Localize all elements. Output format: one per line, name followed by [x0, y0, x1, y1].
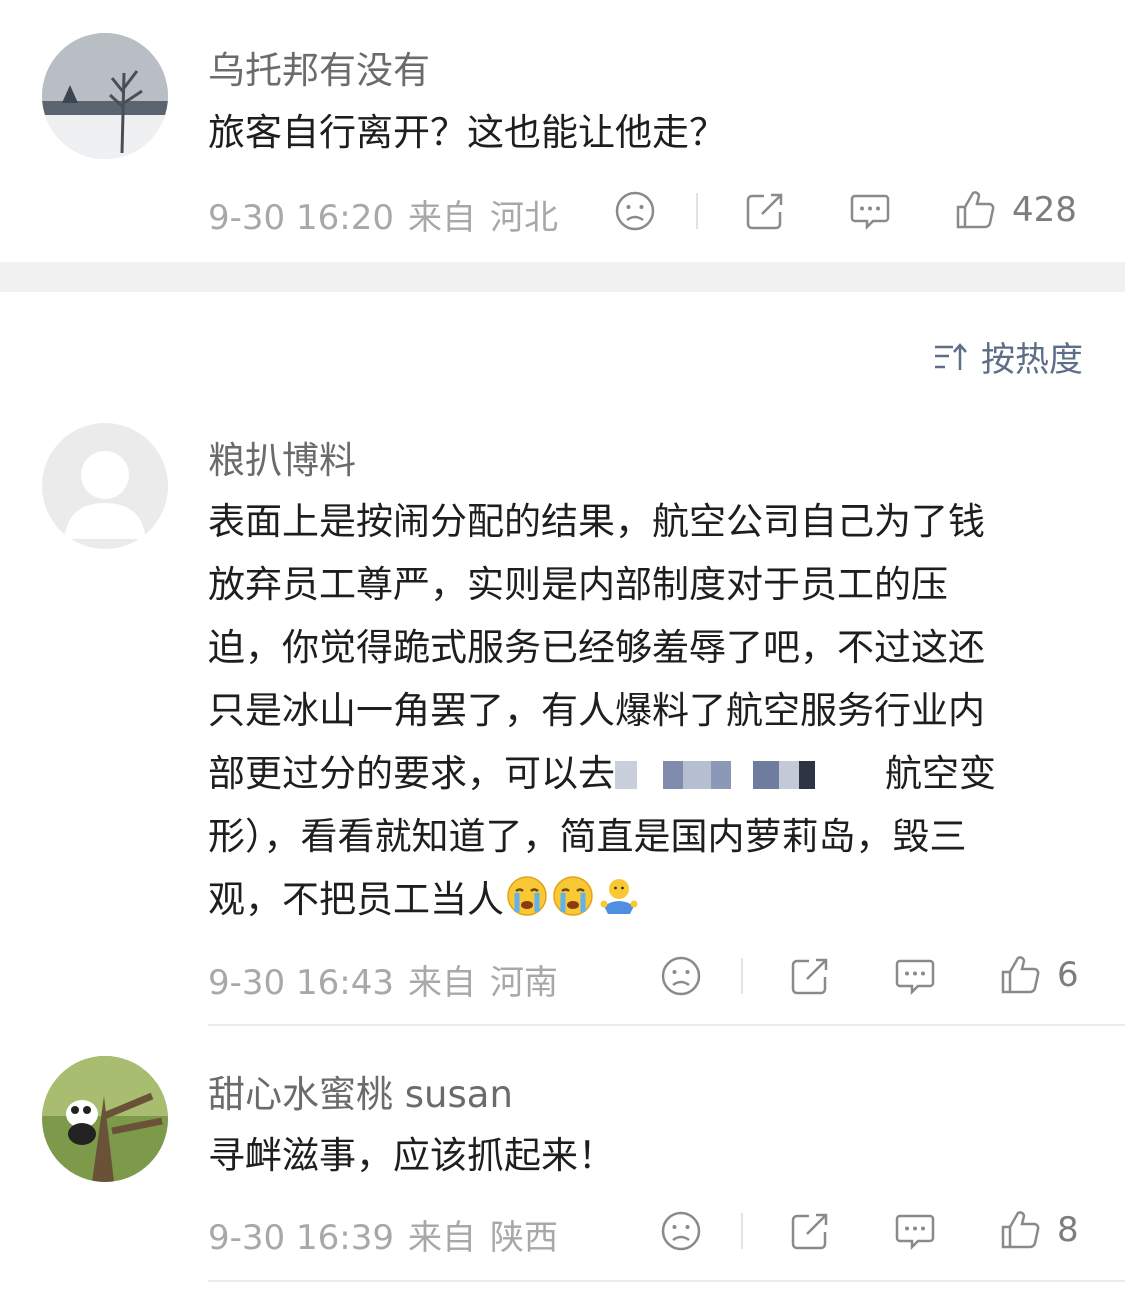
avatar[interactable]	[42, 33, 168, 159]
location: 河北	[489, 198, 558, 238]
comment-text: 旅客自行离开？这也能让他走？	[208, 111, 726, 154]
like-count: 428	[1012, 190, 1077, 230]
thumbs-up-icon	[956, 191, 995, 229]
like-button[interactable]: 6	[999, 954, 1079, 996]
crying-emoji-icon	[550, 874, 596, 937]
separator	[696, 193, 698, 229]
username[interactable]: 乌托邦有没有	[208, 40, 430, 94]
text-line: 表面上是按闹分配的结果，航空公司自己为了钱	[208, 500, 985, 543]
like-count: 6	[1057, 955, 1079, 995]
location: 陕西	[489, 1218, 558, 1258]
comment-divider	[208, 1024, 1125, 1026]
text-line: 迫，你觉得跪式服务已经够羞辱了吧，不过这还	[208, 626, 985, 669]
crying-emoji-icon	[504, 874, 550, 937]
like-button[interactable]: 428	[954, 189, 1077, 231]
text-line: 部更过分的要求，可以去 航空变	[208, 742, 1088, 805]
username[interactable]: 粮扒博料	[208, 430, 356, 484]
text-segment: 航空变	[885, 752, 996, 795]
avatar[interactable]	[42, 423, 168, 549]
thumbs-up-icon	[1001, 956, 1040, 994]
separator	[741, 1213, 743, 1249]
share-button[interactable]	[744, 190, 786, 232]
sad-face-icon	[661, 956, 701, 996]
sort-label: 按热度	[981, 340, 1083, 380]
sad-face-icon	[615, 191, 655, 231]
comment-text: 表面上是按闹分配的结果，航空公司自己为了钱 放弃员工尊严，实则是内部制度对于员工…	[208, 490, 1088, 937]
from-label: 来自	[407, 1218, 476, 1258]
sort-icon	[935, 342, 967, 370]
comment-text: 寻衅滋事，应该抓起来！	[208, 1134, 615, 1177]
dislike-button[interactable]	[660, 955, 702, 997]
share-icon	[791, 1213, 828, 1250]
text-line: 观，不把员工当人	[208, 868, 1088, 937]
comment-icon	[850, 194, 890, 231]
text-segment: 观，不把员工当人	[208, 878, 504, 921]
share-button[interactable]	[789, 955, 831, 997]
text-line: 形），看看就知道了，简直是国内萝莉岛，毁三	[208, 815, 967, 858]
text-segment: 部更过分的要求，可以去	[208, 752, 615, 795]
comment-icon	[895, 1214, 935, 1251]
thumbs-up-icon	[1001, 1211, 1040, 1249]
text-line: 只是冰山一角罢了，有人爆料了航空服务行业内	[208, 689, 985, 732]
location: 河南	[489, 963, 558, 1003]
share-button[interactable]	[789, 1210, 831, 1252]
from-label: 来自	[407, 198, 476, 238]
comment-button[interactable]	[894, 955, 936, 997]
comment-meta: 9-30 16:43 来自 河南	[208, 955, 572, 1004]
dislike-button[interactable]	[614, 190, 656, 232]
username[interactable]: 甜心水蜜桃 susan	[208, 1064, 513, 1118]
share-icon	[791, 958, 828, 995]
mosaic-blur	[615, 742, 885, 805]
comment-icon	[895, 959, 935, 996]
dislike-button[interactable]	[660, 1210, 702, 1252]
sad-face-icon	[661, 1211, 701, 1251]
section-divider	[0, 262, 1125, 292]
comment-button[interactable]	[894, 1210, 936, 1252]
comment-button[interactable]	[849, 190, 891, 232]
like-count: 8	[1057, 1210, 1079, 1250]
timestamp: 9-30 16:20	[208, 198, 394, 238]
comment-1: 乌托邦有没有 旅客自行离开？这也能让他走？ 9-30 16:20 来自 河北 428	[0, 0, 1125, 262]
timestamp: 9-30 16:39	[208, 1218, 394, 1258]
avatar[interactable]	[42, 1056, 168, 1182]
text-line: 放弃员工尊严，实则是内部制度对于员工的压	[208, 563, 948, 606]
sort-toggle[interactable]: 按热度	[933, 332, 1083, 381]
comment-meta: 9-30 16:20 来自 河北	[208, 190, 572, 239]
from-label: 来自	[407, 963, 476, 1003]
like-button[interactable]: 8	[999, 1209, 1079, 1251]
comment-meta: 9-30 16:39 来自 陕西	[208, 1210, 572, 1259]
timestamp: 9-30 16:43	[208, 963, 394, 1003]
comment-divider	[208, 1280, 1125, 1282]
shrug-emoji-icon	[596, 874, 642, 937]
share-icon	[746, 193, 783, 230]
separator	[741, 958, 743, 994]
